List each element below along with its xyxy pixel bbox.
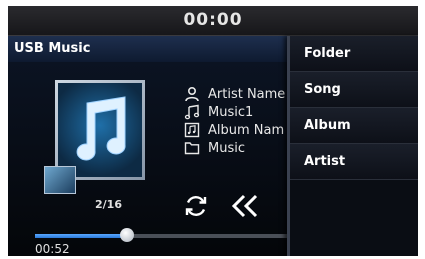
menu-item-folder[interactable]: Folder [290,36,418,72]
menu-item-artist[interactable]: Artist [290,144,418,180]
album-icon [184,122,200,138]
progress-knob[interactable] [120,228,134,242]
folder-icon [184,142,200,155]
album-art[interactable] [55,80,145,180]
status-bar: 00:00 [8,6,418,36]
elapsed-time: 00:52 [35,242,70,256]
menu-item-song[interactable]: Song [290,72,418,108]
music-note-art-icon [76,96,126,161]
category-menu: Folder Song Album Artist [287,36,418,256]
folder-row: Music [184,139,294,157]
page-title: USB Music [14,41,91,56]
previous-track-icon [231,194,258,218]
album-thumbnail [44,166,76,194]
album-name: Album Nam [208,122,285,138]
music-note-icon [184,104,200,120]
previous-track-button[interactable] [231,193,261,223]
artist-name: Artist Name [208,86,286,102]
progress-fill [35,234,126,238]
album-row: Album Nam [184,121,294,139]
clock: 00:00 [183,10,243,30]
song-title: Music1 [208,104,254,120]
folder-name: Music [208,140,245,156]
repeat-button[interactable] [183,193,209,223]
person-icon [185,86,199,102]
menu-item-album[interactable]: Album [290,108,418,144]
track-counter: 2/16 [95,198,122,211]
repeat-icon [185,196,207,216]
track-info: Artist Name Music1 Album Nam Music [184,85,294,157]
title-row: Music1 [184,103,294,121]
artist-row: Artist Name [184,85,294,103]
head-unit-screen: 00:00 USB Music 2/16 Artist Name Music1 … [8,6,418,256]
